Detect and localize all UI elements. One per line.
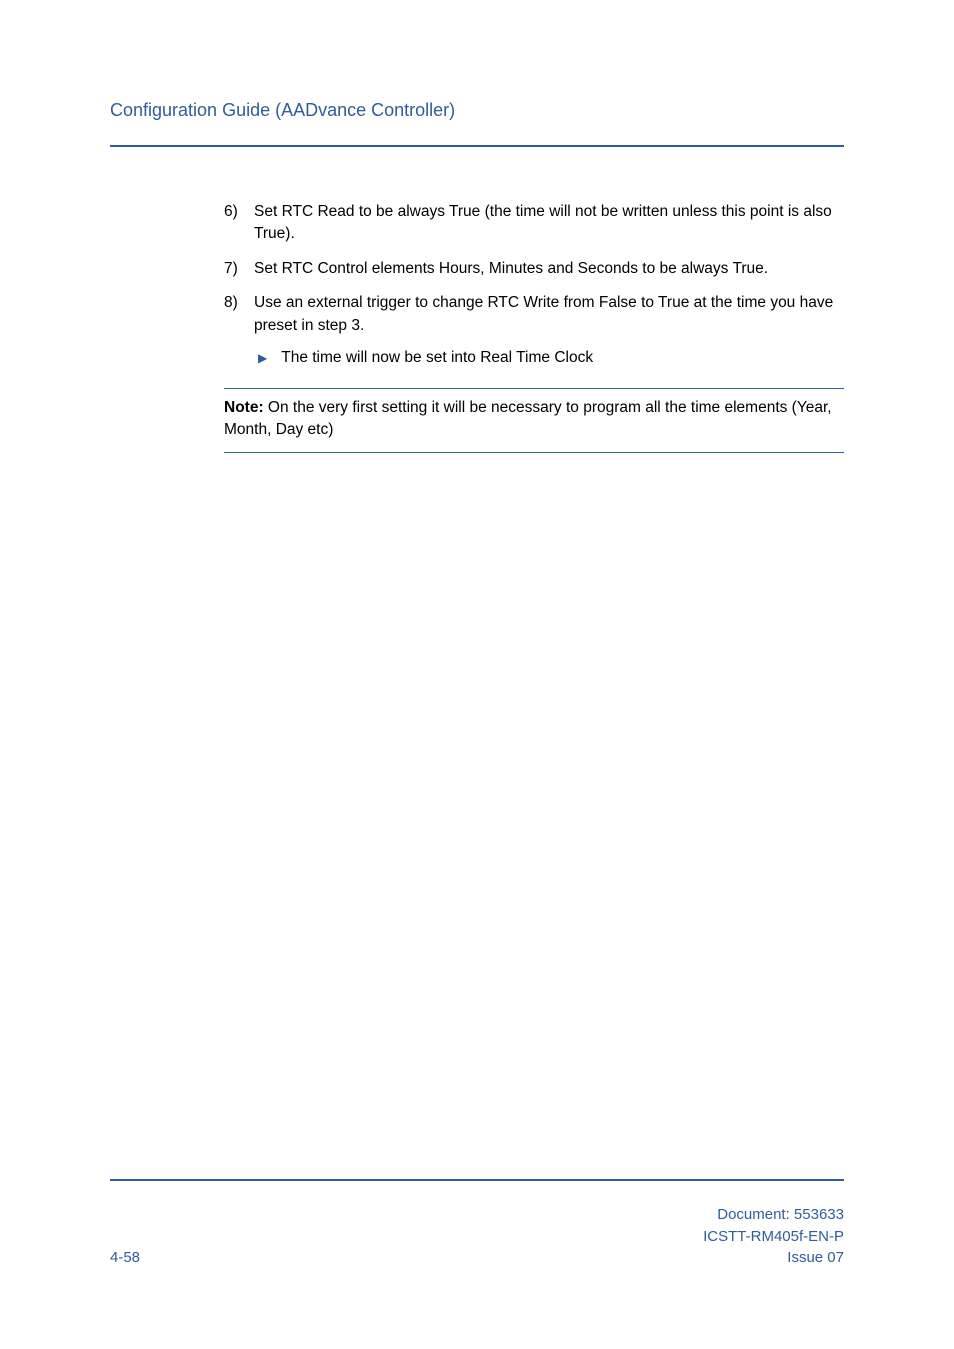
step-text: Set RTC Control elements Hours, Minutes … (254, 258, 844, 280)
steps-list: 6) Set RTC Read to be always True (the t… (224, 201, 844, 370)
step-text: Set RTC Read to be always True (the time… (254, 201, 844, 246)
page-footer: 4-58 Document: 553633 ICSTT-RM405f-EN-P … (110, 1204, 844, 1269)
list-item: 6) Set RTC Read to be always True (the t… (224, 201, 844, 246)
footer-rule (110, 1179, 844, 1181)
step-number: 8) (224, 292, 254, 369)
footer-doc-info: Document: 553633 ICSTT-RM405f-EN-P Issue… (703, 1204, 844, 1269)
note-block: Note: On the very first setting it will … (224, 397, 844, 442)
footer-doc-number: Document: 553633 (703, 1204, 844, 1226)
note-text: On the very first setting it will be nec… (224, 399, 832, 438)
note-label: Note: (224, 399, 264, 416)
note-rule-top (224, 388, 844, 389)
sub-item: ▶ The time will now be set into Real Tim… (254, 347, 844, 369)
step-number: 6) (224, 201, 254, 246)
step-body: Use an external trigger to change RTC Wr… (254, 292, 844, 369)
page-number: 4-58 (110, 1247, 140, 1269)
footer-doc-code: ICSTT-RM405f-EN-P (703, 1226, 844, 1248)
list-item: 7) Set RTC Control elements Hours, Minut… (224, 258, 844, 280)
step-text: Use an external trigger to change RTC Wr… (254, 294, 833, 333)
list-item: 8) Use an external trigger to change RTC… (224, 292, 844, 369)
triangle-right-icon: ▶ (258, 350, 267, 367)
page-header-title: Configuration Guide (AADvance Controller… (110, 100, 844, 121)
content-area: 6) Set RTC Read to be always True (the t… (110, 201, 844, 453)
note-rule-bottom (224, 452, 844, 453)
sub-item-text: The time will now be set into Real Time … (281, 347, 593, 369)
header-rule (110, 145, 844, 147)
step-number: 7) (224, 258, 254, 280)
footer-issue: Issue 07 (703, 1247, 844, 1269)
page: Configuration Guide (AADvance Controller… (0, 0, 954, 1349)
